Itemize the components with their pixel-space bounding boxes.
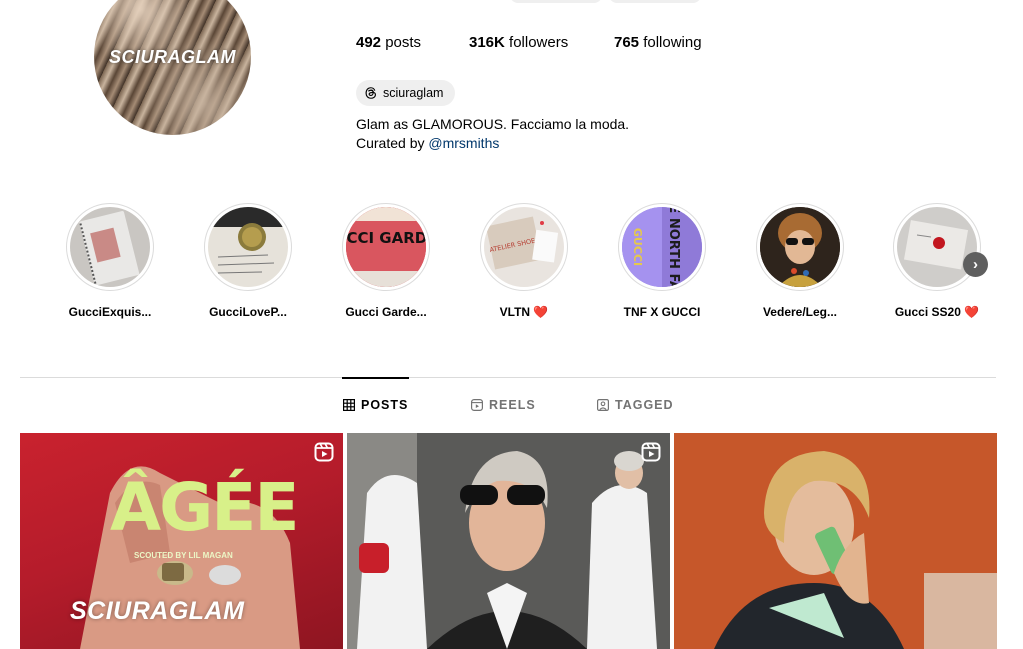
post-photo-portrait	[347, 433, 670, 649]
tab-reels[interactable]: REELS	[471, 398, 536, 412]
post-tile[interactable]	[674, 433, 997, 649]
highlight-item[interactable]: GucciLoveP...	[193, 203, 303, 319]
tnf-cover-text: THE NORTH FACE	[666, 207, 681, 287]
tab-tagged[interactable]: TAGGED	[597, 398, 674, 412]
tab-reels-label: REELS	[489, 398, 536, 412]
garden-cover-text: GUCCI GARDEN	[346, 229, 426, 247]
highlight-cover	[70, 207, 150, 287]
view-archive-button[interactable]	[609, 0, 701, 3]
bio-line-1: Glam as GLAMOROUS. Facciamo la moda.	[356, 116, 630, 132]
highlights-next-button[interactable]: ›	[963, 252, 988, 277]
highlight-cover: ATELIER SHOES	[484, 207, 564, 287]
highlight-cover	[897, 207, 977, 287]
highlight-item[interactable]: GUCCI THE NORTH FACE TNF X GUCCI	[607, 203, 717, 319]
highlight-ring	[66, 203, 154, 291]
tagged-icon	[597, 399, 609, 411]
reels-icon	[471, 399, 483, 411]
post-overlay-title: ÂGÉE	[110, 469, 299, 546]
highlight-ring	[204, 203, 292, 291]
highlight-label: GucciExquis...	[68, 305, 152, 319]
avatar-text: SCIURAGLAM	[109, 47, 236, 67]
tab-posts[interactable]: POSTS	[343, 398, 408, 412]
highlight-label: Gucci SS20 ❤️	[894, 305, 980, 319]
highlight-ring	[893, 203, 981, 291]
highlight-cover: GUCCI THE NORTH FACE	[622, 207, 702, 287]
post-overlay-brand: SCIURAGLAM	[70, 597, 245, 625]
profile-avatar[interactable]: SCIURAGLAM	[94, 0, 251, 135]
highlight-ring: GUCCI THE NORTH FACE	[618, 203, 706, 291]
reel-icon	[641, 442, 661, 462]
bio-line-2: Curated by @mrsmiths	[356, 134, 629, 153]
post-tile[interactable]	[347, 433, 670, 649]
highlight-item[interactable]: GucciExquis...	[55, 203, 165, 319]
following-count-value: 765	[614, 34, 640, 51]
highlight-cover	[208, 207, 288, 287]
highlight-item[interactable]: Vedere/Leg...	[745, 203, 855, 319]
reel-icon	[314, 442, 334, 462]
threads-link[interactable]: sciuraglam	[356, 80, 455, 106]
edit-profile-button[interactable]	[510, 0, 602, 3]
grid-icon	[343, 399, 355, 411]
highlight-label: VLTN ❤️	[499, 305, 549, 319]
posts-grid: ÂGÉE SCOUTED BY LIL MAGAN SCIURAGLAM	[20, 433, 997, 649]
post-photo-phone-call	[674, 433, 997, 649]
threads-icon	[365, 87, 376, 99]
highlight-label: Vedere/Leg...	[762, 305, 838, 319]
tabs-divider	[20, 377, 996, 378]
highlight-ring	[756, 203, 844, 291]
chevron-right-icon: ›	[973, 256, 978, 273]
posts-count-value: 492	[356, 34, 382, 51]
active-tab-indicator	[342, 377, 409, 379]
highlight-cover	[760, 207, 840, 287]
followers-link[interactable]: 316K followers	[469, 34, 568, 51]
threads-handle: sciuraglam	[383, 86, 444, 100]
highlight-label: GucciLoveP...	[209, 305, 287, 319]
posts-count-label: posts	[385, 34, 422, 51]
bio-mention-link[interactable]: @mrsmiths	[428, 135, 499, 151]
posts-count: 492 posts	[356, 34, 421, 51]
followers-count-value: 316K	[469, 34, 505, 51]
highlight-ring: ATELIER SHOES	[480, 203, 568, 291]
highlight-cover: GUCCI GARDEN	[346, 207, 426, 287]
bio-curated-by: Curated by	[356, 135, 425, 151]
highlight-label: TNF X GUCCI	[623, 305, 701, 319]
profile-bio: Glam as GLAMOROUS. Facciamo la moda. Cur…	[356, 115, 629, 153]
highlight-ring: GUCCI GARDEN	[342, 203, 430, 291]
tnf-gucci-cover-text: GUCCI	[631, 228, 644, 266]
followers-count-label: followers	[509, 34, 569, 51]
highlight-label: Gucci Garde...	[345, 305, 427, 319]
post-tile[interactable]: ÂGÉE SCOUTED BY LIL MAGAN SCIURAGLAM	[20, 433, 343, 649]
highlight-item[interactable]: ATELIER SHOES VLTN ❤️	[469, 203, 579, 319]
tab-tagged-label: TAGGED	[615, 398, 674, 412]
highlight-item[interactable]: GUCCI GARDEN Gucci Garde...	[331, 203, 441, 319]
story-highlights: GucciExquis... GucciLoveP... CCI GARD Gu…	[0, 203, 1023, 333]
tab-posts-label: POSTS	[361, 398, 409, 412]
following-count-label: following	[643, 34, 702, 51]
post-overlay-subtitle: SCOUTED BY LIL MAGAN	[134, 551, 233, 560]
following-link[interactable]: 765 following	[614, 34, 702, 51]
